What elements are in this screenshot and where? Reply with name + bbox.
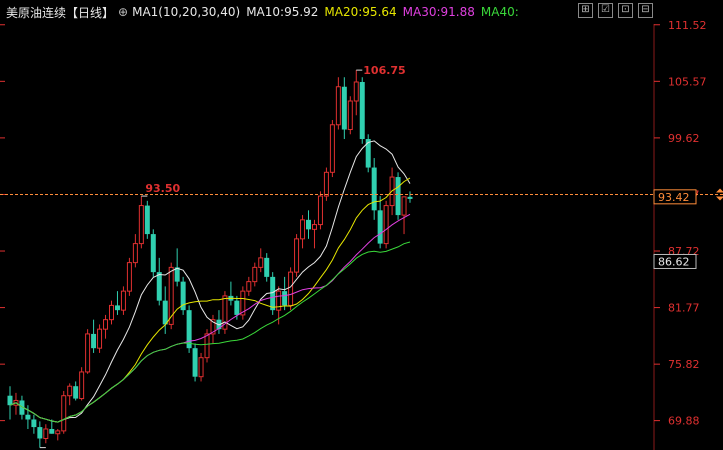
price-tick-label: 75.82 — [668, 358, 700, 371]
candle-body-down — [377, 210, 383, 244]
candle-body-up — [353, 81, 359, 102]
candle-body-down — [156, 272, 162, 301]
ma10-line — [9, 140, 411, 423]
candle-body-up — [67, 385, 73, 397]
candle-body-up — [97, 328, 103, 349]
candle-body-down — [371, 167, 377, 211]
candle-body-up — [132, 243, 138, 264]
candle-body-down — [192, 348, 198, 377]
candle-body-up — [138, 205, 144, 245]
candle-body-up — [252, 266, 258, 283]
candle-body-up — [55, 430, 61, 435]
candle-body-down — [73, 386, 79, 399]
candle-body-up — [85, 333, 91, 373]
candle-body-down — [162, 300, 168, 325]
candle-body-down — [365, 139, 371, 168]
chart-header: 美原油连续 【日线】 ⊕ MA1(10,20,30,40) MA10:95.92… — [0, 0, 600, 24]
candle-body-up — [204, 333, 210, 359]
marker-price-label: 86.62 — [658, 255, 690, 268]
candle-body-down — [186, 310, 192, 349]
candle-body-down — [234, 300, 240, 315]
high-price-label: 106.75 — [363, 64, 405, 77]
candle-body-up — [258, 257, 264, 268]
ma10-value: MA10:95.92 — [246, 5, 319, 19]
candle-body-up — [288, 271, 294, 306]
price-tick-label: 69.88 — [668, 415, 700, 428]
period-label[interactable]: 【日线】 — [66, 4, 114, 21]
candle-body-down — [37, 427, 43, 439]
candle-body-up — [108, 304, 114, 321]
candle-body-down — [49, 428, 55, 434]
candle-body-up — [383, 205, 389, 245]
candle-body-up — [329, 124, 335, 173]
candle-body-down — [7, 395, 13, 406]
kline-chart[interactable]: 111.52105.5799.6293.6787.7281.7775.8269.… — [0, 0, 723, 450]
candle-body-down — [25, 414, 31, 420]
candle-body-down — [114, 305, 120, 311]
price-tick-label: 99.62 — [668, 132, 700, 145]
candle-body-down — [270, 276, 276, 311]
crosshair-icon[interactable]: ⊡ — [618, 3, 633, 18]
candle-body-down — [306, 219, 312, 230]
candle-body-up — [300, 219, 306, 240]
candle-body-up — [347, 100, 353, 131]
candle-body-up — [294, 238, 300, 273]
price-tick-label: 111.52 — [668, 19, 707, 32]
ma40-value: MA40: — [480, 5, 519, 19]
candle-body-down — [395, 177, 401, 216]
checkbox-icon[interactable]: ☑ — [598, 3, 613, 18]
candle-body-up — [317, 195, 323, 226]
price-tick-label: 105.57 — [668, 75, 707, 88]
candle-body-up — [43, 428, 49, 439]
candle-body-up — [323, 171, 329, 197]
candle-body-up — [61, 395, 67, 432]
mid-high-price-label: 93.50 — [145, 182, 180, 195]
candle-body-down — [359, 81, 365, 140]
ma20-value: MA20:95.64 — [324, 5, 397, 19]
chart-toolbar: ⊞ ☑ ⊡ ⊟ — [578, 3, 653, 18]
ma-params: MA1(10,20,30,40) — [132, 5, 241, 19]
symbol-name[interactable]: 美原油连续 — [6, 4, 66, 21]
candle-body-up — [246, 281, 252, 292]
price-tick-label: 81.77 — [668, 302, 700, 315]
minus-icon[interactable]: ⊟ — [638, 3, 653, 18]
candle-body-up — [401, 196, 407, 216]
candle-body-up — [311, 224, 317, 230]
grid-icon[interactable]: ⊞ — [578, 3, 593, 18]
candle-body-up — [335, 86, 341, 126]
gear-icon[interactable]: ⊕ — [118, 5, 128, 19]
candle-body-up — [79, 371, 85, 400]
candle-body-up — [198, 357, 204, 378]
down-arrow-icon — [716, 196, 723, 201]
candle-body-down — [264, 257, 270, 277]
candle-body-down — [341, 86, 347, 130]
candle-body-down — [282, 291, 288, 306]
candle-body-down — [407, 196, 413, 199]
candle-body-down — [31, 419, 37, 428]
candle-body-down — [144, 205, 150, 235]
candle-body-up — [103, 319, 109, 330]
current-price-label: 93.42 — [658, 191, 690, 204]
candle-body-up — [120, 290, 126, 311]
candle-body-down — [91, 333, 97, 349]
candle-body-up — [126, 262, 132, 292]
up-arrow-icon — [716, 188, 723, 193]
candle-body-down — [150, 234, 156, 273]
ma30-value: MA30:91.88 — [402, 5, 475, 19]
